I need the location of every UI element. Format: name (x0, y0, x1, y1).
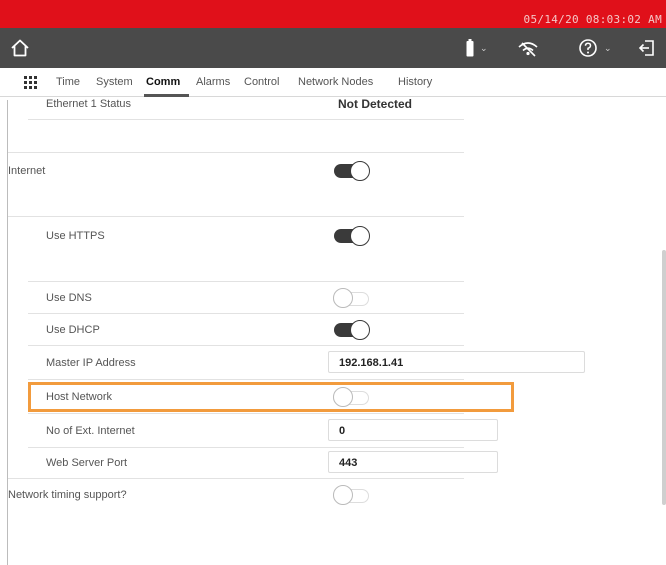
help-icon (579, 39, 597, 57)
highlight-box (28, 382, 514, 412)
apps-grid-icon[interactable] (24, 76, 37, 89)
master-ip-label: Master IP Address (46, 357, 136, 369)
active-tab-indicator (144, 94, 189, 97)
web-port-input[interactable]: 443 (328, 451, 498, 473)
battery-menu-button[interactable]: ⌄ (466, 28, 488, 68)
wifi-off-icon[interactable] (516, 28, 540, 68)
use-dns-label: Use DNS (46, 292, 92, 304)
chevron-down-icon: ⌄ (480, 42, 488, 53)
use-https-label: Use HTTPS (46, 230, 105, 242)
divider (8, 478, 464, 479)
master-ip-input[interactable]: 192.168.1.41 (328, 351, 585, 373)
use-dhcp-label: Use DHCP (46, 324, 100, 336)
divider (8, 152, 464, 153)
internet-label: Internet (8, 165, 46, 177)
logout-icon[interactable] (638, 28, 656, 68)
divider (28, 447, 464, 448)
divider (28, 281, 464, 282)
home-icon[interactable] (10, 28, 30, 68)
scrollbar[interactable] (662, 250, 666, 505)
tab-alarms[interactable]: Alarms (196, 76, 230, 88)
divider (28, 119, 464, 120)
chevron-down-icon: ⌄ (604, 42, 612, 53)
tab-network-nodes[interactable]: Network Nodes (298, 76, 373, 88)
internet-toggle[interactable] (334, 161, 370, 181)
tab-comm[interactable]: Comm (146, 76, 180, 88)
tab-bar: Time System Comm Alarms Control Network … (0, 68, 666, 97)
divider (8, 216, 464, 217)
tab-system[interactable]: System (96, 76, 133, 88)
divider (28, 345, 464, 346)
use-https-toggle[interactable] (334, 226, 370, 246)
tab-time[interactable]: Time (56, 76, 80, 88)
datetime-display: 05/14/20 08:03:02 AM (523, 13, 662, 26)
divider (28, 379, 464, 380)
use-dhcp-toggle[interactable] (334, 320, 370, 340)
tab-control[interactable]: Control (244, 76, 279, 88)
top-toolbar: ⌄ ⌄ (0, 28, 666, 68)
ethernet-status-label: Ethernet 1 Status (46, 98, 131, 110)
ext-internet-input[interactable]: 0 (328, 419, 498, 441)
divider (28, 313, 464, 314)
timing-support-label: Network timing support? (8, 489, 127, 501)
divider (28, 413, 464, 414)
web-port-label: Web Server Port (46, 457, 128, 469)
ethernet-status-value: Not Detected (338, 97, 413, 111)
use-dns-toggle[interactable] (333, 288, 369, 308)
status-bar: 05/14/20 08:03:02 AM (0, 0, 666, 28)
help-menu-button[interactable]: ⌄ (578, 28, 612, 68)
timing-support-toggle[interactable] (333, 485, 369, 505)
tab-history[interactable]: History (398, 76, 432, 88)
ext-internet-label: No of Ext. Internet (46, 425, 135, 437)
battery-icon (466, 39, 474, 57)
